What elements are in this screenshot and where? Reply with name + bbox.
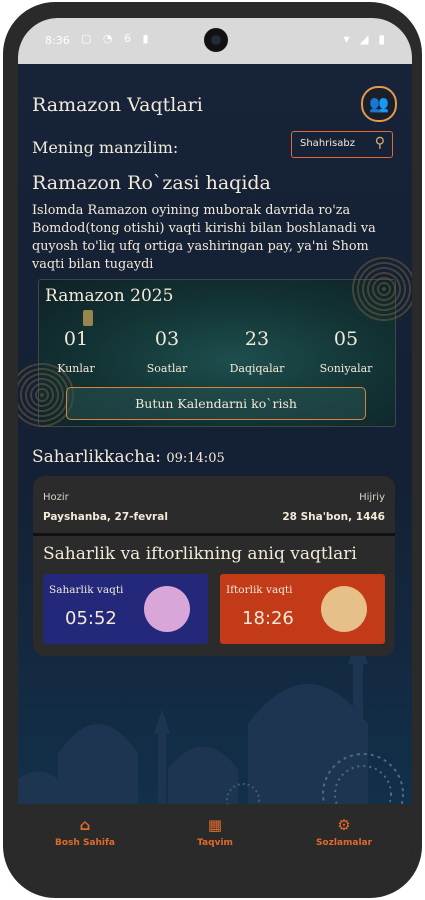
bottom-navigation: ⌂ Bosh Sahifa ▦ Taqvim ⚙ Sozlamalar <box>18 804 412 866</box>
nav-home-label: Bosh Sahifa <box>55 838 115 848</box>
countdown-hours-value: 03 <box>154 328 180 350</box>
location-pin-icon: ⚲ <box>374 135 385 151</box>
gesture-bar <box>18 866 412 886</box>
status-notification-icons: ▢ ◔ 6 ▮ <box>81 32 153 45</box>
app-title: Ramazon Vaqtlari <box>32 94 203 116</box>
saharlik-time-label: Saharlik vaqti <box>49 584 124 596</box>
iftorlik-time-value: 18:26 <box>242 608 294 629</box>
countdown-seconds-value: 05 <box>333 328 359 350</box>
countdown-title: Ramazon 2025 <box>45 286 174 306</box>
camera-cutout <box>204 28 228 52</box>
times-title: Saharlik va iftorlikning aniq vaqtlari <box>43 544 357 564</box>
iftorlik-time-box[interactable]: Iftorlik vaqti 18:26 <box>220 574 385 644</box>
countdown-days-label: Kunlar <box>57 362 95 375</box>
main-content: Ramazon Vaqtlari 👥 Mening manzilim: Shah… <box>18 64 412 804</box>
card-divider <box>33 533 395 536</box>
saharlik-time-value: 05:52 <box>65 608 117 629</box>
current-date-label: Hozir <box>43 492 69 503</box>
profile-button[interactable]: 👥 <box>361 86 397 122</box>
saharlik-countdown: Saharlikkacha: 09:14:05 <box>32 447 225 467</box>
settings-icon: ⚙ <box>337 816 351 834</box>
saharlik-time-box[interactable]: Saharlik vaqti 05:52 <box>43 574 208 644</box>
countdown-minutes-label: Daqiqalar <box>229 362 285 375</box>
view-calendar-button[interactable]: Butun Kalendarni ko`rish <box>66 387 366 420</box>
about-title: Ramazon Ro`zasi haqida <box>32 172 271 194</box>
location-selector-button[interactable]: Shahrisabz ⚲ <box>291 131 393 158</box>
location-value: Shahrisabz <box>300 138 355 149</box>
nav-home[interactable]: ⌂ Bosh Sahifa <box>35 814 135 848</box>
app-screen: 8:36 ▢ ◔ 6 ▮ ▾ ◢ ▮ Ramazon Vaqtlari 👥 Me… <box>18 18 412 886</box>
home-icon: ⌂ <box>79 816 91 834</box>
status-system-icons: ▾ ◢ ▮ <box>343 32 388 46</box>
nav-calendar-label: Taqvim <box>197 838 233 848</box>
countdown-hours-label: Soatlar <box>146 362 188 375</box>
mandala-decoration <box>349 254 412 324</box>
iftorlik-time-label: Iftorlik vaqti <box>226 584 293 596</box>
praying-person-icon <box>144 586 190 632</box>
phone-frame: 8:36 ▢ ◔ 6 ▮ ▾ ◢ ▮ Ramazon Vaqtlari 👥 Me… <box>3 2 422 898</box>
about-description: Islomda Ramazon oyining muborak davrida … <box>32 203 376 272</box>
location-label: Mening manzilim: <box>32 138 179 157</box>
saharlik-countdown-value: 09:14:05 <box>166 451 225 466</box>
hijri-date-label: Hijriy <box>359 492 385 503</box>
calendar-icon: ▦ <box>207 816 223 834</box>
nav-settings[interactable]: ⚙ Sozlamalar <box>294 814 394 848</box>
countdown-days-value: 01 <box>63 328 89 350</box>
prayer-times-card: Hozir Payshanba, 27-fevral Hijriy 28 Sha… <box>33 476 395 656</box>
countdown-minutes-value: 23 <box>244 328 270 350</box>
people-icon: 👥 <box>369 94 389 113</box>
nav-settings-label: Sozlamalar <box>315 838 373 848</box>
current-date-value: Payshanba, 27-fevral <box>43 511 168 523</box>
iftar-meal-icon <box>321 586 367 632</box>
saharlik-countdown-label: Saharlikkacha: <box>32 447 161 467</box>
hijri-date-value: 28 Sha'bon, 1446 <box>282 511 385 523</box>
nav-calendar[interactable]: ▦ Taqvim <box>165 814 265 848</box>
ramadan-countdown-card: Ramazon 2025 01 Kunlar 03 Soatlar 23 Daq… <box>18 254 412 430</box>
countdown-seconds-label: Soniyalar <box>319 362 373 375</box>
status-time: 8:36 <box>45 34 70 47</box>
status-bar: 8:36 ▢ ◔ 6 ▮ ▾ ◢ ▮ <box>18 18 412 64</box>
lantern-icon <box>83 310 93 326</box>
